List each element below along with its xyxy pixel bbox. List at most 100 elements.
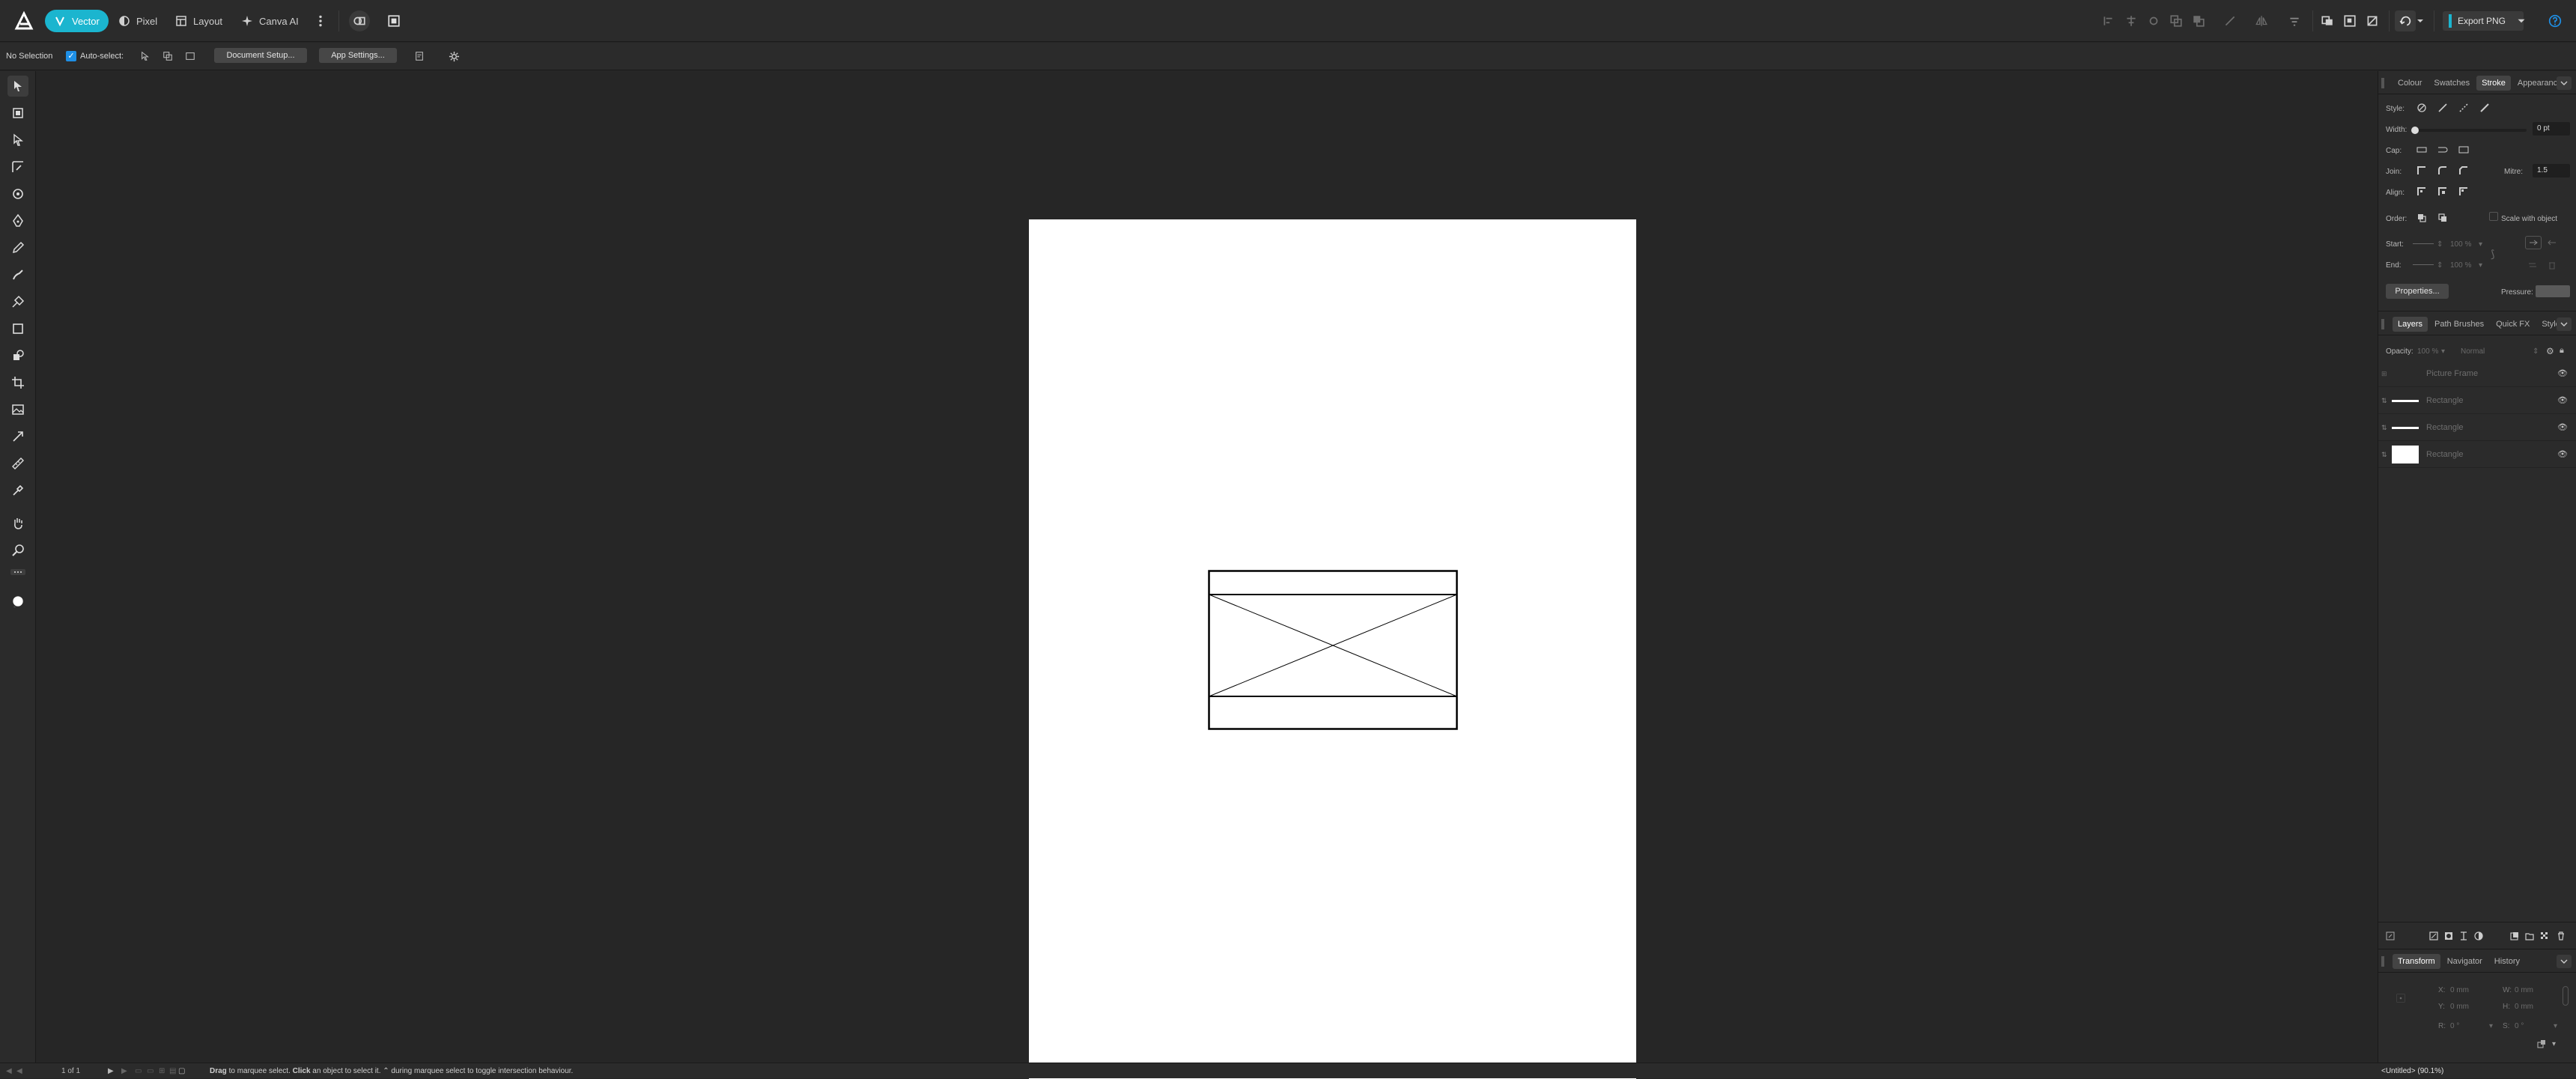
width-slider[interactable]: [2411, 127, 2527, 134]
butt-cap-icon[interactable]: [2414, 143, 2429, 156]
arrowhead-position-icon[interactable]: [2525, 236, 2542, 249]
export-png-button[interactable]: Export PNG: [2443, 11, 2524, 31]
stroke-front-icon[interactable]: [2435, 211, 2450, 225]
edit-page-icon[interactable]: ▢: [178, 1067, 185, 1075]
document-page[interactable]: [1029, 219, 1636, 1079]
panel-grip[interactable]: [2381, 319, 2384, 329]
next-page-icon[interactable]: ▶︎: [108, 1067, 114, 1075]
round-join-icon[interactable]: [2435, 164, 2450, 177]
layer-row[interactable]: ⇅ Rectangle 👁︎: [2378, 414, 2576, 441]
align-inside-stroke-icon[interactable]: [2435, 185, 2450, 198]
panel-menu-chevron-icon[interactable]: [2557, 955, 2572, 968]
visibility-eye-icon[interactable]: 👁︎: [2557, 395, 2568, 405]
more-tools-icon[interactable]: [7, 565, 28, 579]
round-cap-icon[interactable]: [2435, 143, 2450, 156]
tab-history[interactable]: History: [2489, 954, 2525, 969]
square-cap-icon[interactable]: [2456, 143, 2471, 156]
tab-quick-fx[interactable]: Quick FX: [2491, 317, 2535, 332]
flip-horizontal-icon[interactable]: [2251, 10, 2272, 31]
layer-settings-gear-icon[interactable]: ⚙: [2546, 346, 2554, 356]
group-layers-icon[interactable]: [2507, 929, 2522, 943]
shape-tool-icon[interactable]: [7, 345, 28, 366]
layer-options-icon[interactable]: [2383, 929, 2398, 943]
gear-icon[interactable]: [446, 49, 461, 63]
chevron-down-icon[interactable]: [2414, 10, 2426, 31]
pixel-layer-icon[interactable]: [2537, 929, 2552, 943]
arrange-forward-icon[interactable]: [2220, 10, 2241, 31]
pages-panel-icon[interactable]: ▤: [169, 1067, 176, 1075]
panel-menu-chevron-icon[interactable]: [2557, 76, 2572, 90]
h-field[interactable]: 0 mm: [2515, 1003, 2533, 1011]
picture-frame-placeholder[interactable]: [1208, 570, 1458, 730]
panel-grip[interactable]: [2381, 956, 2384, 967]
mitre-field[interactable]: 1.5: [2533, 164, 2570, 177]
measure-tool-icon[interactable]: [7, 453, 28, 474]
tab-navigator[interactable]: Navigator: [2442, 954, 2488, 969]
prev-page-icon[interactable]: ◀︎: [6, 1067, 12, 1075]
anchor-point-selector[interactable]: [2389, 986, 2413, 1010]
persona-pixel[interactable]: Pixel: [109, 10, 166, 32]
stroke-behind-icon[interactable]: [2414, 211, 2429, 225]
page-view-icon[interactable]: ▭: [135, 1067, 142, 1075]
opacity-value[interactable]: 100 %: [2417, 347, 2438, 356]
app-settings-button[interactable]: App Settings...: [319, 48, 397, 63]
tab-colour[interactable]: Colour: [2393, 76, 2427, 91]
opacity-chevron-icon[interactable]: ▾: [2441, 347, 2445, 356]
visibility-eye-icon[interactable]: 👁︎: [2557, 368, 2568, 378]
no-stroke-icon[interactable]: [2414, 101, 2429, 115]
pen-tool-icon[interactable]: [7, 210, 28, 231]
boolean-subtract-icon[interactable]: [2188, 10, 2209, 31]
width-field[interactable]: 0 pt: [2533, 122, 2570, 136]
eyedropper-tool-icon[interactable]: [7, 480, 28, 501]
start-arrowhead-preview[interactable]: [2413, 243, 2434, 244]
select-cursor-icon[interactable]: [138, 49, 153, 63]
align-center-icon[interactable]: [2121, 10, 2142, 31]
tab-swatches[interactable]: Swatches: [2428, 76, 2475, 91]
layer-row[interactable]: ⊞ Picture Frame 👁︎: [2378, 360, 2576, 387]
start-percent[interactable]: 100 %: [2450, 240, 2471, 249]
tab-transform[interactable]: Transform: [2393, 954, 2440, 969]
panel-grip[interactable]: [2381, 78, 2384, 88]
group-icon[interactable]: [2339, 10, 2360, 31]
arrowhead-swap-icon[interactable]: [2545, 236, 2560, 249]
last-page-icon[interactable]: ▶︎: [121, 1067, 127, 1075]
properties-button[interactable]: Properties...: [2386, 284, 2449, 299]
start-percent-chevron-icon[interactable]: ▾: [2479, 240, 2482, 249]
transform-options-chevron-icon[interactable]: ▾: [2552, 1040, 2556, 1048]
folder-icon[interactable]: [2522, 929, 2537, 943]
insert-target-icon[interactable]: [2284, 10, 2305, 31]
document-setup-button[interactable]: Document Setup...: [214, 48, 307, 63]
delete-layer-icon[interactable]: [2554, 929, 2569, 943]
s-chevron-icon[interactable]: ▾: [2554, 1022, 2557, 1030]
hand-tool-icon[interactable]: [7, 513, 28, 534]
document-properties-icon[interactable]: [412, 49, 427, 63]
tab-layers[interactable]: Layers: [2393, 317, 2428, 332]
brush-stroke-icon[interactable]: [2477, 101, 2492, 115]
bevel-join-icon[interactable]: [2456, 164, 2471, 177]
adjustment-layer-icon[interactable]: [2426, 929, 2441, 943]
swap-arrowheads-icon[interactable]: [2525, 258, 2540, 272]
node-tool-icon[interactable]: [7, 130, 28, 151]
crop-tool-icon[interactable]: [7, 372, 28, 393]
align-center-stroke-icon[interactable]: [2414, 185, 2429, 198]
blend-mode-select[interactable]: Normal: [2461, 347, 2485, 356]
x-field[interactable]: 0 mm: [2450, 986, 2469, 994]
artboard-tool-icon[interactable]: [7, 103, 28, 124]
pressure-graph[interactable]: [2536, 285, 2570, 297]
snapping-icon[interactable]: [349, 10, 370, 31]
visibility-eye-icon[interactable]: 👁︎: [2557, 422, 2568, 432]
lock-icon[interactable]: 🔒︎: [2560, 346, 2564, 356]
link-arrowheads-icon[interactable]: ⟆: [2491, 248, 2494, 261]
prev-page-skip-icon[interactable]: ◀︎: [16, 1067, 22, 1075]
image-tool-icon[interactable]: [7, 399, 28, 420]
r-field[interactable]: 0 °: [2450, 1022, 2459, 1030]
fill-stroke-swatch[interactable]: [7, 588, 28, 615]
transform-mode-icon[interactable]: [2362, 10, 2383, 31]
dash-line-icon[interactable]: [2456, 101, 2471, 115]
persona-canva-ai[interactable]: Canva AI: [232, 10, 308, 32]
live-filter-icon[interactable]: [2456, 929, 2471, 943]
persona-vector[interactable]: Vector: [45, 10, 109, 32]
visibility-eye-icon[interactable]: 👁︎: [2557, 449, 2568, 459]
transform-objects-icon[interactable]: [2534, 1037, 2549, 1051]
mask-layer-icon[interactable]: [2441, 929, 2456, 943]
